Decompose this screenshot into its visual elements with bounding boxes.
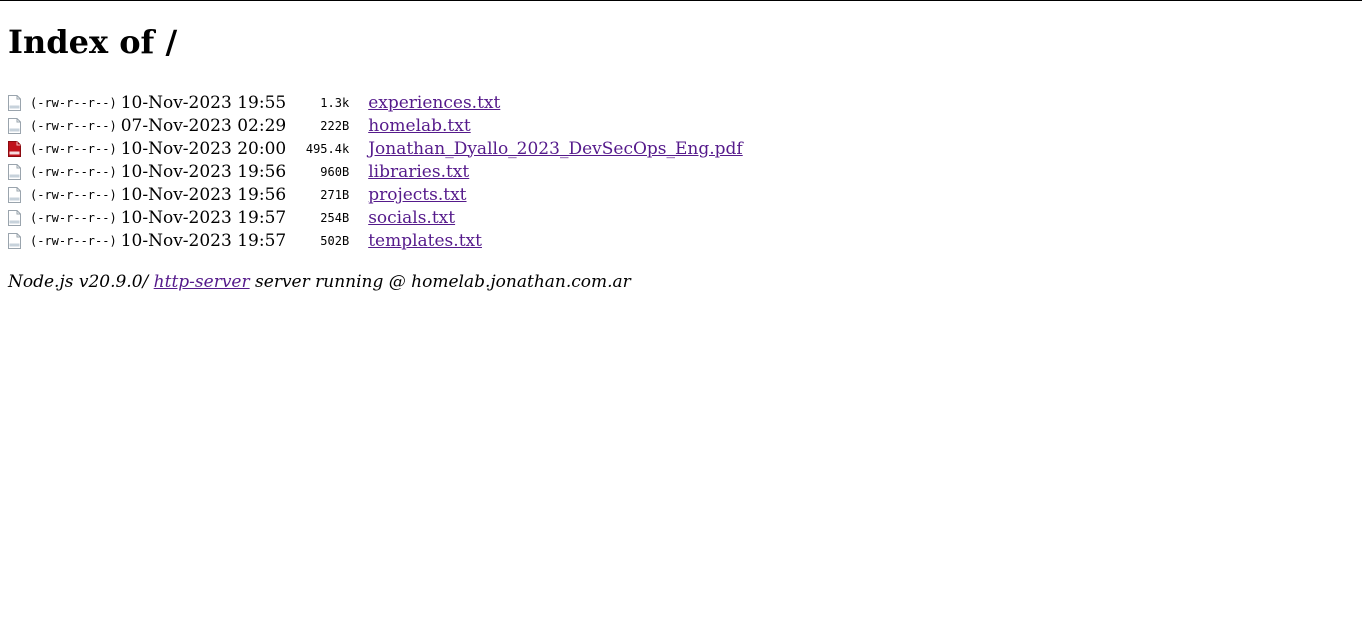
footer-suffix: server running @ homelab.jonathan.com.ar: [249, 272, 631, 292]
file-date: 10-Nov-2023 19:56: [120, 184, 287, 205]
file-listing-body: (-rw-r--r--) 10-Nov-2023 19:55 1.3k expe…: [8, 91, 743, 252]
file-permissions: (-rw-r--r--): [30, 187, 117, 202]
table-row: (-rw-r--r--) 10-Nov-2023 20:00 495.4k Jo…: [8, 137, 743, 160]
file-size: 502B: [320, 233, 350, 248]
file-size: 254B: [320, 210, 350, 225]
page: Index of / (-rw-r--r--) 10-Nov-2023 19:5…: [0, 22, 1362, 292]
file-listing: (-rw-r--r--) 10-Nov-2023 19:55 1.3k expe…: [8, 91, 743, 252]
file-permissions: (-rw-r--r--): [30, 164, 117, 179]
file-link[interactable]: projects.txt: [368, 185, 466, 205]
text-file-icon: [8, 117, 21, 134]
file-date: 07-Nov-2023 02:29: [120, 115, 287, 136]
file-date: 10-Nov-2023 19:56: [120, 161, 287, 182]
file-size: 495.4k: [305, 141, 350, 156]
table-row: (-rw-r--r--) 07-Nov-2023 02:29 222B home…: [8, 114, 743, 137]
page-title: Index of /: [8, 23, 178, 61]
text-file-icon: [8, 163, 21, 180]
file-permissions: (-rw-r--r--): [30, 233, 117, 248]
file-link[interactable]: homelab.txt: [368, 116, 470, 136]
text-file-icon: [8, 232, 21, 249]
pdf-file-icon: [8, 140, 21, 157]
file-permissions: (-rw-r--r--): [30, 95, 117, 110]
file-link[interactable]: templates.txt: [368, 231, 482, 251]
file-size: 960B: [320, 164, 350, 179]
table-row: (-rw-r--r--) 10-Nov-2023 19:57 502B temp…: [8, 229, 743, 252]
http-server-link[interactable]: http-server: [154, 272, 250, 292]
file-link[interactable]: experiences.txt: [368, 93, 500, 113]
file-permissions: (-rw-r--r--): [30, 118, 117, 133]
table-row: (-rw-r--r--) 10-Nov-2023 19:56 271B proj…: [8, 183, 743, 206]
file-date: 10-Nov-2023 19:55: [120, 92, 287, 113]
text-file-icon: [8, 186, 21, 203]
footer-prefix: Node.js v20.9.0/: [8, 272, 154, 292]
file-date: 10-Nov-2023 19:57: [120, 207, 287, 228]
file-link[interactable]: Jonathan_Dyallo_2023_DevSecOps_Eng.pdf: [368, 139, 743, 159]
file-permissions: (-rw-r--r--): [30, 141, 117, 156]
text-file-icon: [8, 209, 21, 226]
server-footer: Node.js v20.9.0/ http-server server runn…: [8, 272, 1362, 292]
file-link[interactable]: libraries.txt: [368, 162, 469, 182]
table-row: (-rw-r--r--) 10-Nov-2023 19:57 254B soci…: [8, 206, 743, 229]
table-row: (-rw-r--r--) 10-Nov-2023 19:56 960B libr…: [8, 160, 743, 183]
table-row: (-rw-r--r--) 10-Nov-2023 19:55 1.3k expe…: [8, 91, 743, 114]
file-size: 271B: [320, 187, 350, 202]
file-size: 222B: [320, 118, 350, 133]
file-permissions: (-rw-r--r--): [30, 210, 117, 225]
file-size: 1.3k: [320, 95, 350, 110]
file-date: 10-Nov-2023 20:00: [120, 138, 287, 159]
file-date: 10-Nov-2023 19:57: [120, 230, 287, 251]
text-file-icon: [8, 94, 21, 111]
file-link[interactable]: socials.txt: [368, 208, 455, 228]
